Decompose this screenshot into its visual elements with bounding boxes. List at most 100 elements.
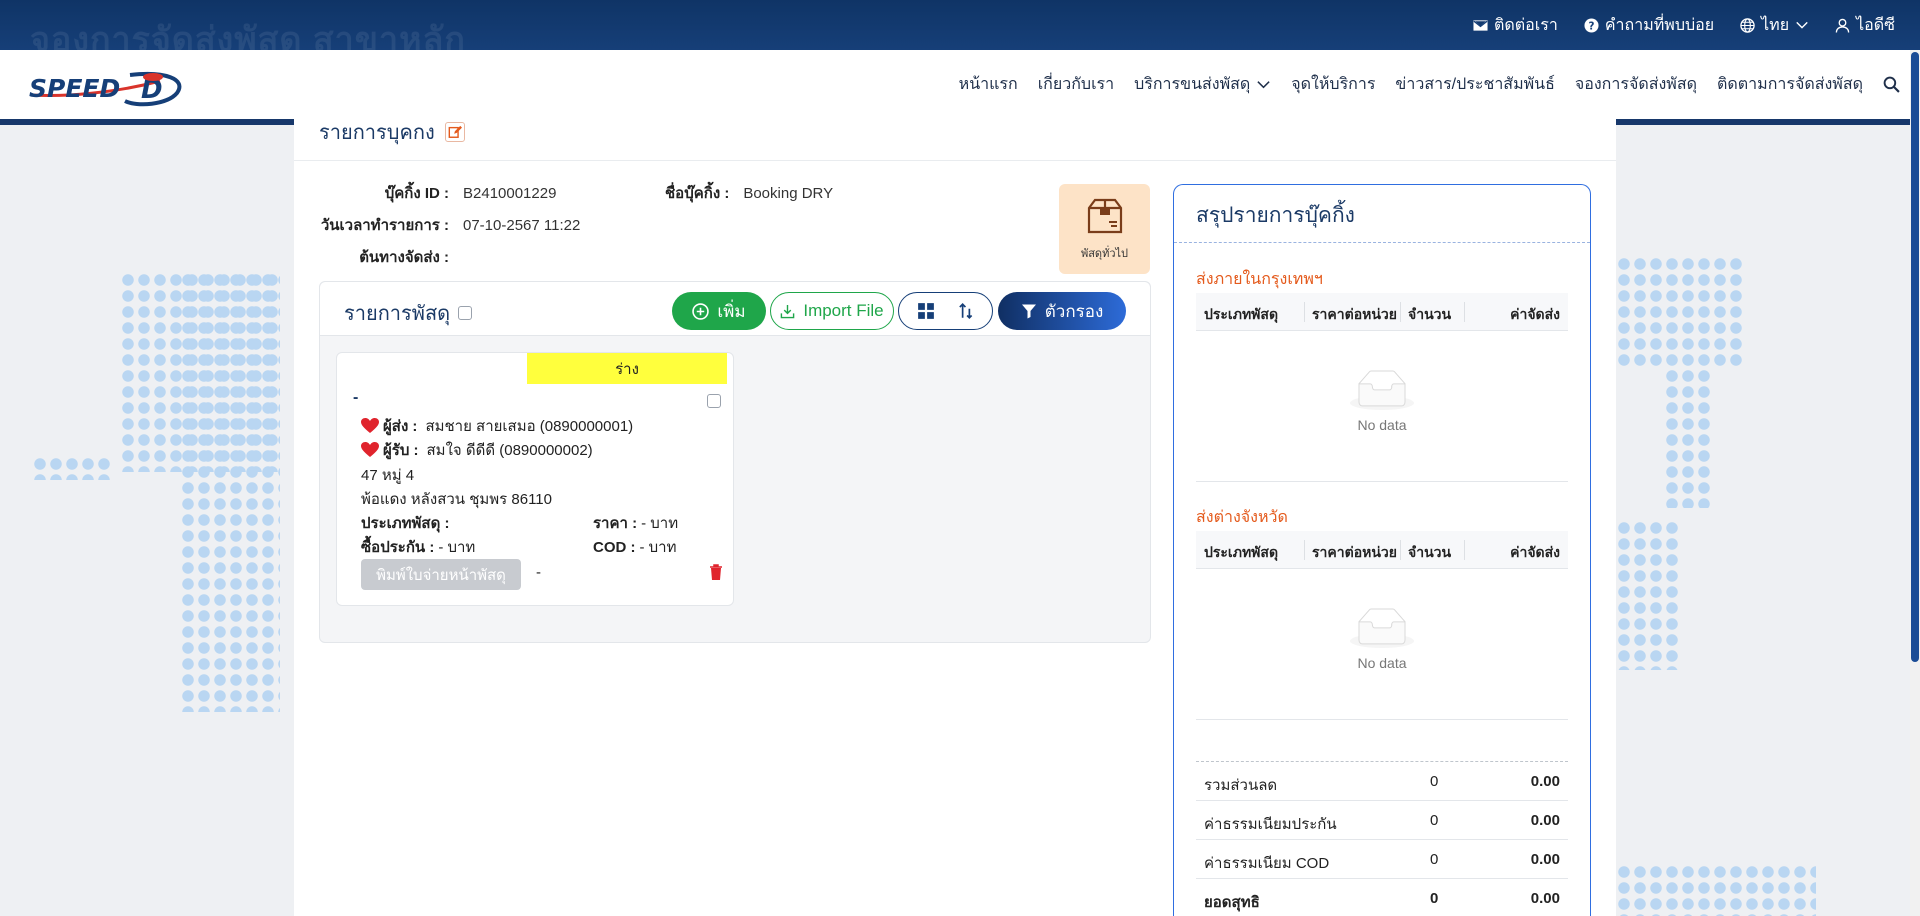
nav-item-label: บริการขนส่งพัสดุ — [1134, 76, 1251, 93]
map-dots-decoration — [1664, 368, 1712, 508]
column-divider — [1400, 540, 1401, 560]
col-unit-price: ราคาต่อหน่วย — [1312, 306, 1397, 322]
print-label-button[interactable]: พิมพ์ใบจ่ายหน้าพัสดุ — [361, 559, 521, 590]
address-line-1: 47 หมู่ 4 — [361, 467, 415, 484]
booking-datetime-value: 07-10-2567 11:22 — [463, 217, 581, 234]
user-menu[interactable]: ไอดีซี — [1835, 13, 1895, 38]
total-value: 0.00 — [1530, 890, 1560, 907]
address-line-2: พ้อแดง หลังสวน ชุมพร 86110 — [361, 491, 552, 508]
booking-summary-panel: สรุปรายการบุ๊คกิ้ง ส่งภายในกรุงเทพฯ ประเ… — [1173, 184, 1591, 916]
search-icon[interactable] — [1883, 76, 1900, 93]
column-divider — [1304, 302, 1305, 322]
section-divider — [1196, 481, 1568, 482]
status-badge: ร่าง — [527, 353, 727, 384]
price-value: - บาท — [641, 515, 679, 532]
parcel-card[interactable]: ร่าง - ผู้ส่ง : สมชาย สายเสมอ (089000000… — [336, 352, 734, 606]
parcel-list-header: รายการพัสดุ เพิ่ม Import File ตัวกรอง — [320, 282, 1150, 336]
nav-item-booking[interactable]: จองการจัดส่งพัสดุ — [1575, 72, 1697, 97]
booking-name-label: ชื่อบุ๊คกิ้ง : — [665, 185, 730, 202]
plus-circle-icon — [692, 302, 710, 320]
nav-links: หน้าแรก เกี่ยวกับเรา บริการขนส่งพัสดุ จุ… — [959, 72, 1900, 97]
print-status: - — [536, 564, 541, 581]
faq-link[interactable]: ? คำถามที่พบบ่อย — [1584, 13, 1714, 38]
column-divider — [1464, 302, 1465, 322]
map-dots-decoration — [1616, 256, 1744, 368]
column-divider — [1400, 302, 1401, 322]
sender-value: สมชาย สายเสมอ (0890000001) — [425, 418, 634, 435]
filter-button[interactable]: ตัวกรอง — [998, 292, 1126, 330]
total-label: ค่าธรรมเนียมประกัน — [1204, 816, 1337, 833]
parcel-type-general-button[interactable]: พัสดุทั่วไป — [1059, 184, 1150, 274]
heart-icon — [361, 442, 379, 457]
parcel-list-panel: รายการพัสดุ เพิ่ม Import File ตัวกรอง ร่… — [319, 281, 1151, 643]
top-links: ติดต่อเรา ? คำถามที่พบบ่อย ไทย ไอดีซี — [1473, 0, 1895, 50]
parcel-checkbox[interactable] — [707, 394, 721, 408]
nav-item-news[interactable]: ข่าวสาร/ประชาสัมพันธ์ — [1395, 72, 1554, 97]
box-icon — [1087, 198, 1122, 234]
zone-bangkok-empty: No data — [1196, 370, 1568, 433]
empty-text: No data — [1357, 417, 1407, 433]
booking-card-header: รายการบุคกง — [294, 103, 1616, 161]
select-all-checkbox[interactable] — [458, 306, 473, 320]
empty-inbox-icon — [1350, 370, 1414, 410]
total-value: 0.00 — [1530, 812, 1560, 829]
empty-text: No data — [1357, 655, 1407, 671]
nav-item-label: เกี่ยวกับเรา — [1037, 76, 1115, 93]
nav-item-about[interactable]: เกี่ยวกับเรา — [1038, 72, 1114, 97]
heart-icon — [361, 418, 379, 433]
total-label: ค่าธรรมเนียม COD — [1204, 855, 1330, 872]
add-parcel-button[interactable]: เพิ่ม — [672, 292, 766, 330]
tracking-number: - — [353, 389, 359, 406]
total-label: ยอดสุทธิ — [1204, 894, 1260, 911]
total-row-net: ยอดสุทธิ 0 0.00 — [1196, 879, 1568, 916]
zone-bangkok-table-header: ประเภทพัสดุ ราคาต่อหน่วย จำนวน ค่าจัดส่ง — [1196, 293, 1568, 331]
import-file-button[interactable]: Import File — [770, 292, 894, 330]
nav-item-label: ติดตามการจัดส่งพัสดุ — [1716, 76, 1863, 93]
parcel-type-label: พัสดุทั่วไป — [1080, 248, 1129, 260]
booking-origin-row: ต้นทางจัดส่ง : — [319, 245, 463, 269]
sender-row: ผู้ส่ง : สมชาย สายเสมอ (0890000001) — [361, 414, 633, 438]
nav-item-tracking[interactable]: ติดตามการจัดส่งพัสดุ — [1717, 72, 1863, 97]
cod-label: COD : — [593, 538, 636, 556]
insurance-value: - บาท — [438, 539, 476, 556]
parcel-type-label: ประเภทพัสดุ : — [361, 515, 450, 532]
speed-d-logo[interactable]: SPEED D — [25, 67, 185, 107]
receiver-row: ผู้รับ : สมใจ ดีดีดี (0890000002) — [361, 438, 593, 462]
total-count: 0 — [1430, 773, 1439, 790]
language-selector[interactable]: ไทย — [1740, 13, 1809, 38]
col-unit-price: ราคาต่อหน่วย — [1312, 544, 1397, 560]
total-row-insurance-fee: ค่าธรรมเนียมประกัน 0 0.00 — [1196, 801, 1568, 840]
column-divider — [1304, 540, 1305, 560]
nav-item-label: จองการจัดส่งพัสดุ — [1574, 76, 1697, 93]
edit-button[interactable] — [444, 121, 465, 142]
contact-label: ติดต่อเรา — [1494, 16, 1558, 34]
nav-item-services[interactable]: บริการขนส่งพัสดุ — [1134, 72, 1271, 97]
grid-view-icon[interactable] — [917, 302, 935, 320]
summary-divider — [1174, 242, 1590, 243]
col-quantity: จำนวน — [1408, 544, 1452, 560]
question-circle-icon: ? — [1584, 17, 1599, 33]
receiver-label: ผู้รับ : — [383, 442, 419, 459]
nav-item-home[interactable]: หน้าแรก — [959, 72, 1018, 97]
total-count: 0 — [1430, 890, 1439, 907]
page-scrollbar-thumb[interactable] — [1911, 52, 1919, 662]
nav-item-label: จุดให้บริการ — [1291, 76, 1376, 93]
cod-value: - บาท — [639, 539, 677, 556]
parcel-list-title: รายการพัสดุ — [344, 297, 473, 329]
booking-id-label: บุ๊คกิ้ง ID : — [384, 185, 449, 202]
nav-item-service-points[interactable]: จุดให้บริการ — [1291, 72, 1375, 97]
view-toggle-button[interactable] — [898, 292, 993, 330]
price-row: ราคา : - บาท — [593, 511, 678, 535]
chevron-down-icon — [1796, 21, 1808, 29]
zone-provincial-empty: No data — [1196, 608, 1568, 671]
sort-icon[interactable] — [957, 302, 975, 320]
insurance-label: ซื้อประกัน : — [361, 539, 435, 556]
total-row-discount: รวมส่วนลด 0 0.00 — [1196, 762, 1568, 801]
booking-origin-label: ต้นทางจัดส่ง : — [359, 249, 449, 266]
sender-label: ผู้ส่ง : — [383, 418, 418, 435]
filter-label: ตัวกรอง — [1044, 301, 1104, 321]
map-dots-decoration — [1616, 864, 1816, 916]
contact-link[interactable]: ติดต่อเรา — [1473, 13, 1558, 38]
parcel-type-row: ประเภทพัสดุ : — [361, 511, 453, 535]
trash-icon[interactable] — [709, 564, 723, 580]
